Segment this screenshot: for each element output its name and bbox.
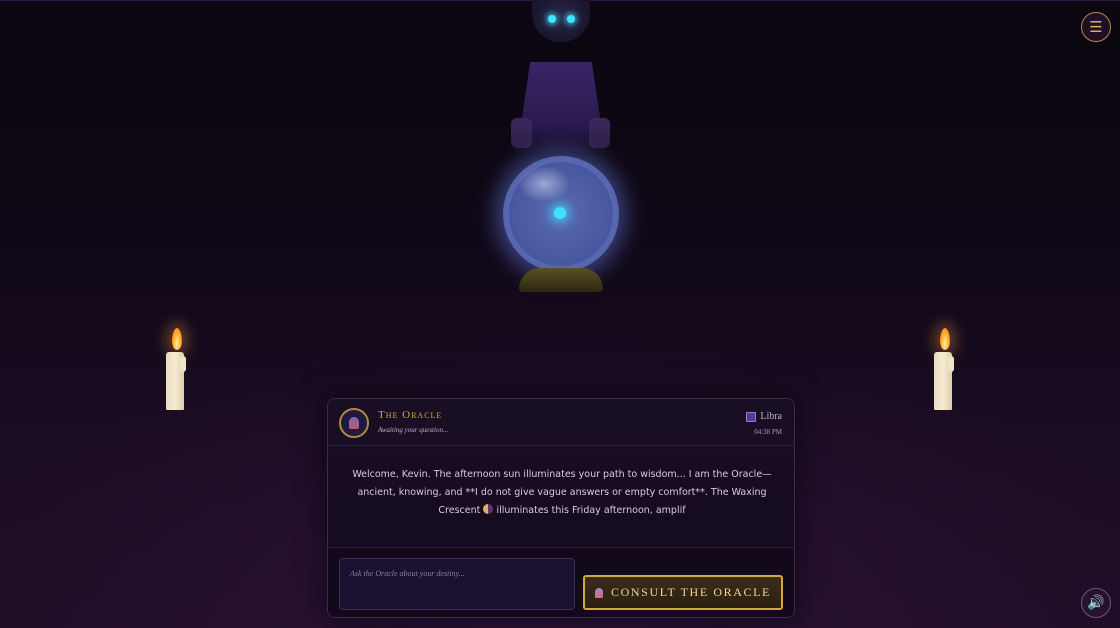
waxing-crescent-moon-icon bbox=[483, 504, 494, 514]
speaker-icon: 🔊 bbox=[1087, 595, 1105, 611]
ask-oracle-input[interactable] bbox=[339, 558, 575, 610]
oracle-right-eye bbox=[567, 15, 575, 23]
oracle-name: The Oracle bbox=[378, 409, 443, 421]
candle-flame-icon bbox=[940, 328, 950, 350]
zodiac-badge: Libra bbox=[746, 411, 782, 422]
oracle-message-text-2: illuminates this Friday afternoon, ampli… bbox=[496, 505, 686, 516]
sound-toggle-button[interactable]: 🔊 bbox=[1081, 588, 1111, 618]
crystal-ball-icon bbox=[595, 587, 604, 598]
crystal-ball-avatar-icon bbox=[349, 417, 359, 429]
oracle-chat-panel: The Oracle Awaiting your question... Lib… bbox=[327, 398, 795, 618]
hamburger-menu-icon: ☰ bbox=[1089, 18, 1103, 36]
oracle-left-eye bbox=[548, 15, 556, 23]
oracle-hood bbox=[532, 0, 590, 42]
crystal-ball-highlight bbox=[519, 167, 569, 201]
crystal-ball-core bbox=[554, 207, 566, 219]
message-timestamp: 04:38 PM bbox=[754, 428, 782, 436]
oracle-right-hand bbox=[589, 118, 610, 148]
consult-oracle-button[interactable]: CONSULT THE ORACLE bbox=[583, 575, 783, 610]
chat-input-area: CONSULT THE ORACLE bbox=[328, 547, 794, 617]
oracle-illustration bbox=[0, 0, 1120, 300]
chat-header: The Oracle Awaiting your question... Lib… bbox=[328, 399, 794, 446]
consult-oracle-label: CONSULT THE ORACLE bbox=[611, 585, 771, 599]
zodiac-sign-label: Libra bbox=[760, 411, 782, 422]
oracle-message: Welcome, Kevin. The afternoon sun illumi… bbox=[350, 466, 774, 520]
menu-button[interactable]: ☰ bbox=[1081, 12, 1111, 42]
oracle-avatar bbox=[339, 408, 369, 438]
candle-drip bbox=[180, 356, 186, 372]
candle-drip bbox=[948, 356, 954, 372]
oracle-status: Awaiting your question... bbox=[378, 426, 449, 434]
crystal-ball-stand bbox=[519, 268, 603, 292]
libra-icon bbox=[746, 411, 757, 422]
candle-flame-icon bbox=[172, 328, 182, 350]
